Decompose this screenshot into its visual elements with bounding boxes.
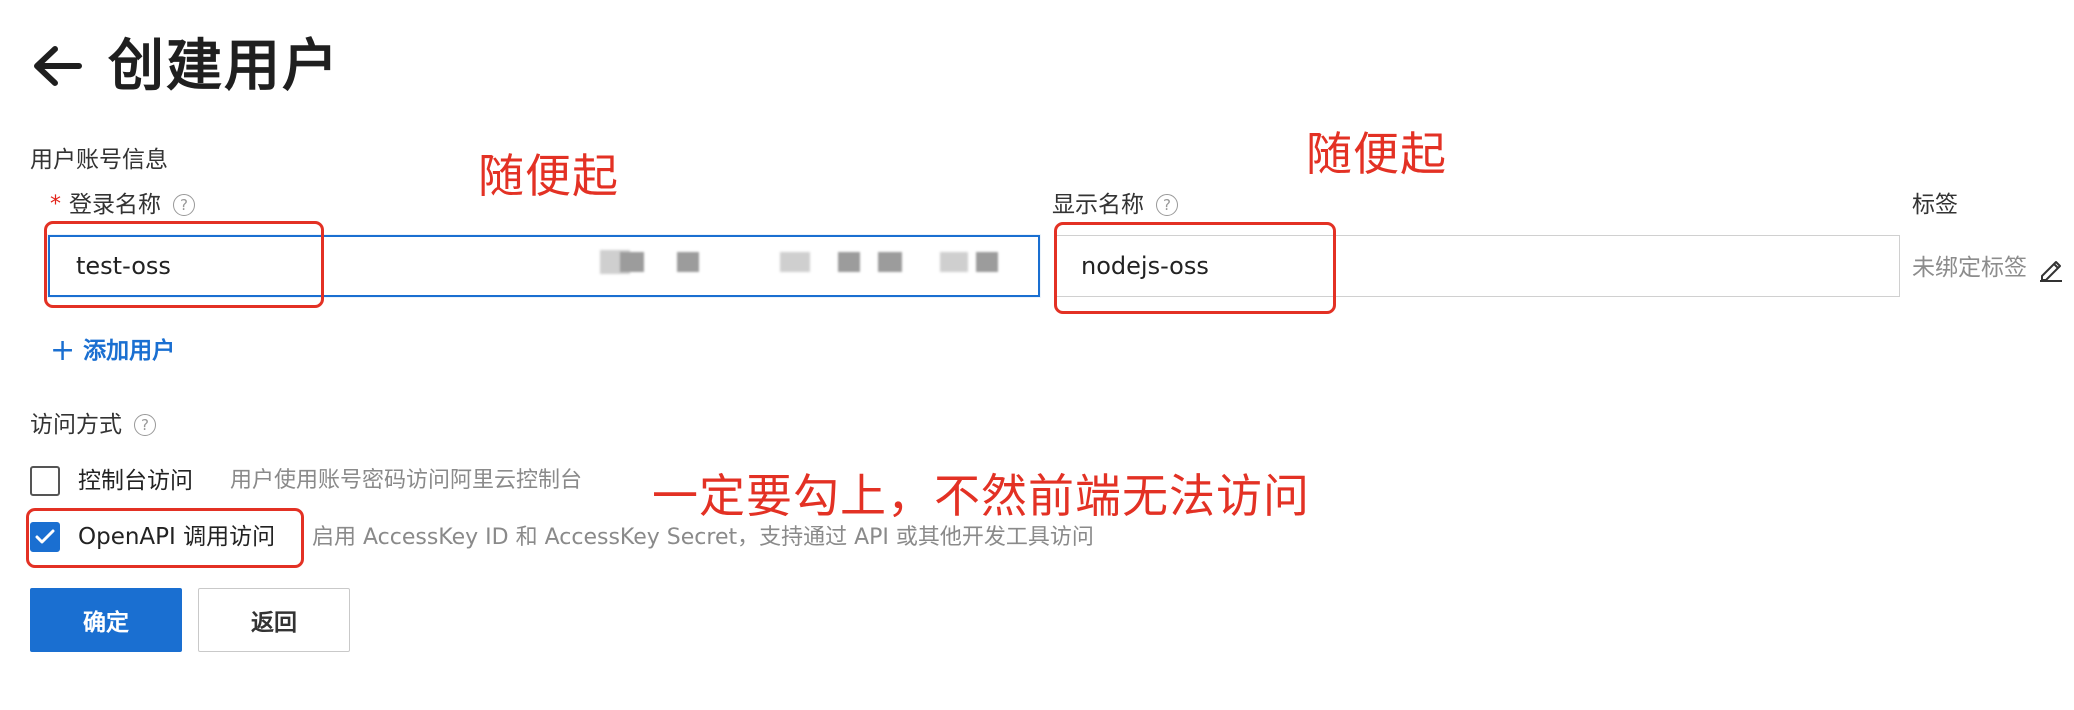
help-icon[interactable]: ? xyxy=(134,414,156,436)
page-title: 创建用户 xyxy=(108,34,340,99)
back-arrow-icon[interactable] xyxy=(28,38,86,94)
annotation-login-name: 随便起 xyxy=(478,149,619,203)
back-button[interactable]: 返回 xyxy=(198,588,350,652)
plus-icon: + xyxy=(50,333,76,368)
console-access-label[interactable]: 控制台访问 xyxy=(78,466,193,496)
access-method-label: 访问方式 ? xyxy=(30,410,156,440)
annotation-openapi: 一定要勾上，不然前端无法访问 xyxy=(652,469,1310,523)
display-name-label: 显示名称 ? xyxy=(1052,190,1178,220)
annotation-display-name: 随便起 xyxy=(1306,127,1447,181)
access-method-label-text: 访问方式 xyxy=(30,412,122,438)
annotation-box-openapi xyxy=(26,508,304,568)
login-name-label-text: 登录名称 xyxy=(69,192,161,218)
openapi-access-description: 启用 AccessKey ID 和 AccessKey Secret，支持通过 … xyxy=(312,525,1094,550)
confirm-button[interactable]: 确定 xyxy=(30,588,182,652)
display-name-label-text: 显示名称 xyxy=(1052,192,1144,218)
required-mark: * xyxy=(50,192,61,217)
annotation-box-login-name xyxy=(44,221,324,308)
redacted-block xyxy=(620,252,644,272)
console-access-description: 用户使用账号密码访问阿里云控制台 xyxy=(230,468,583,493)
section-label-account-info: 用户账号信息 xyxy=(30,147,168,173)
redacted-block xyxy=(838,252,860,272)
annotation-box-display-name xyxy=(1054,222,1336,314)
redacted-block xyxy=(878,252,902,272)
login-name-label: * 登录名称 ? xyxy=(50,190,195,220)
pencil-icon[interactable] xyxy=(2038,256,2064,282)
help-icon[interactable]: ? xyxy=(1156,194,1178,216)
tags-value: 未绑定标签 xyxy=(1912,255,2027,281)
tags-label: 标签 xyxy=(1912,192,1958,218)
add-user-label: 添加用户 xyxy=(83,338,176,364)
redacted-block xyxy=(677,252,699,272)
redacted-block xyxy=(780,252,810,272)
console-access-checkbox[interactable] xyxy=(30,466,60,496)
redacted-block xyxy=(940,252,968,272)
add-user-link[interactable]: + 添加用户 xyxy=(50,336,175,366)
redacted-block xyxy=(976,252,998,272)
help-icon[interactable]: ? xyxy=(173,194,195,216)
